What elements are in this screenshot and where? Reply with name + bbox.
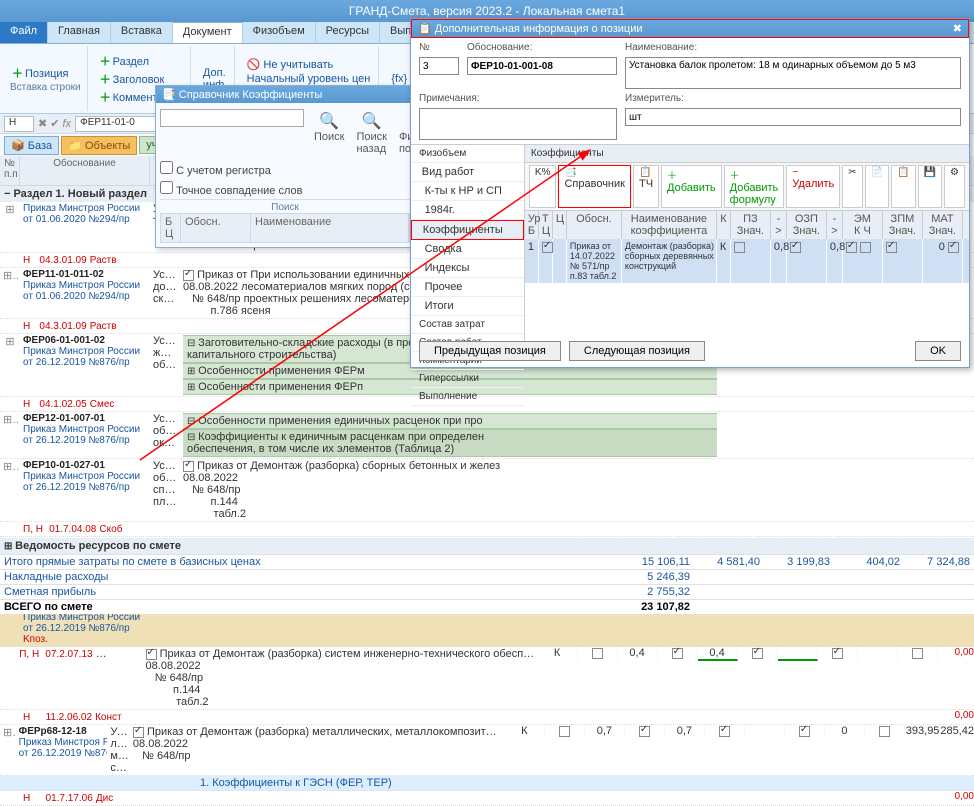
bottom-link[interactable]: 1. Коэффициенты к ГЭСН (ФЕР, ТЕР): [20, 776, 395, 790]
lbl-obosn: Обоснование:: [467, 42, 617, 53]
nav-1984[interactable]: 1984г.: [411, 201, 524, 220]
tb-copy-icon[interactable]: 📄: [865, 165, 889, 208]
tb-tch[interactable]: 📋 ТЧ: [633, 165, 659, 208]
btn-prev-pos[interactable]: Предыдущая позиция: [419, 341, 561, 361]
btn-baza[interactable]: 📦 База: [4, 136, 59, 155]
tab-file[interactable]: Файл: [0, 22, 48, 43]
position-info-dialog: 📋 Дополнительная информация о позиции ✖ …: [410, 18, 970, 368]
tb-spr[interactable]: 📑 Справочник: [558, 165, 631, 208]
ref-poisk-label: Поиск: [160, 199, 410, 213]
tb-del[interactable]: − Удалить: [786, 165, 840, 208]
tab-phys[interactable]: Физобъем: [243, 22, 316, 43]
tab-res[interactable]: Ресурсы: [316, 22, 380, 43]
tb-cut-icon[interactable]: ✂: [842, 165, 862, 208]
dlg-coef-row[interactable]: 1 Приказ от 14.07.2022 № 571/пр п.83 таб…: [525, 239, 969, 283]
btn-level[interactable]: Начальный уровень цен: [245, 72, 373, 86]
nav-kty[interactable]: К-ты к НР и СП: [411, 182, 524, 201]
grid-row[interactable]: ⊞ 7 ФЕР10-01-027-01Приказ Минстроя Росси…: [0, 459, 974, 522]
dialog-title: 📋 Дополнительная информация о позиции ✖: [411, 19, 969, 38]
btn-ok[interactable]: OK: [915, 341, 961, 361]
lbl-prim: Примечания:: [419, 93, 617, 104]
ref-chk-exact[interactable]: Точное совпадение слов: [160, 185, 303, 197]
btn-next-pos[interactable]: Следующая позиция: [569, 341, 705, 361]
ref-chk-reg[interactable]: С учетом регистра: [160, 165, 271, 177]
dialog-left-nav: Физобъем Вид работ К-ты к НР и СП 1984г.…: [411, 145, 525, 344]
fld-naim[interactable]: Установка балок пролетом: 18 м одинарных…: [625, 57, 961, 89]
insert-row-label: Вставка строки: [10, 82, 81, 93]
lbl-izm: Измеритель:: [625, 93, 961, 104]
nav-hyper[interactable]: Гиперссылки: [411, 370, 524, 388]
tb-addf[interactable]: ＋ Добавить формулу: [724, 165, 785, 208]
nav-coef[interactable]: Коэффициенты: [411, 220, 524, 240]
nav-vyp[interactable]: Выполнение: [411, 388, 524, 406]
nav-zatr[interactable]: Состав затрат: [411, 316, 524, 334]
btn-position[interactable]: Позиция: [10, 64, 81, 82]
ref-back-btn[interactable]: 🔍Поиск назад: [352, 109, 390, 157]
tb-add[interactable]: ＋ Добавить: [661, 165, 722, 208]
ref-title: 📑 Справочник Коэффициенты: [156, 86, 414, 103]
lbl-naim: Наименование:: [625, 42, 961, 53]
gh-npp: № п.п: [0, 156, 20, 185]
grid-row[interactable]: ⊞ 6 ФЕР12-01-007-01Приказ Минстроя Росси…: [0, 412, 974, 459]
tb-kperc[interactable]: K%: [529, 165, 557, 208]
nav-svodka[interactable]: Сводка: [411, 240, 524, 259]
dialog-close[interactable]: ✖: [953, 22, 962, 35]
dlg-right-title: Коэффициенты: [525, 145, 969, 163]
fld-izm[interactable]: [625, 108, 961, 126]
nav-phys[interactable]: Физобъем: [411, 145, 524, 163]
tb-paste-icon[interactable]: 📋: [891, 165, 915, 208]
btn-objects[interactable]: 📁 Объекты: [61, 136, 137, 155]
nav-vid[interactable]: Вид работ: [411, 163, 524, 182]
tab-document[interactable]: Документ: [173, 22, 243, 43]
ved-header[interactable]: ⊞ Ведомость ресурсов по смете: [0, 538, 974, 554]
totals-panel: ⊞ Ведомость ресурсов по смете Итого прям…: [0, 538, 974, 614]
reference-popup: 📑 Справочник Коэффициенты 🔍Поиск 🔍Поиск …: [155, 85, 415, 248]
btn-razdel[interactable]: Раздел: [98, 52, 184, 70]
tab-insert[interactable]: Вставка: [111, 22, 173, 43]
fld-prim[interactable]: [419, 108, 617, 140]
fx-h: H: [4, 116, 34, 132]
nav-index[interactable]: Индексы: [411, 259, 524, 278]
gh-obosn: Обоснование: [20, 156, 150, 185]
tb-gear-icon[interactable]: ⚙: [944, 165, 965, 208]
btn-neuch[interactable]: 🚫 Не учитывать: [245, 57, 373, 72]
grid-row[interactable]: ⊞ 4 ФЕРр68-12-18Приказ Минстроя России о…: [0, 725, 974, 776]
lbl-no: №: [419, 42, 459, 53]
fld-obosn[interactable]: [467, 57, 617, 75]
tb-save-icon[interactable]: 💾: [918, 165, 942, 208]
nav-other[interactable]: Прочее: [411, 278, 524, 297]
nav-itogi[interactable]: Итоги: [411, 297, 524, 316]
tab-main[interactable]: Главная: [48, 22, 111, 43]
fld-no[interactable]: [419, 57, 459, 75]
ref-search-input[interactable]: [160, 109, 304, 127]
ref-search-btn[interactable]: 🔍Поиск: [310, 109, 348, 157]
